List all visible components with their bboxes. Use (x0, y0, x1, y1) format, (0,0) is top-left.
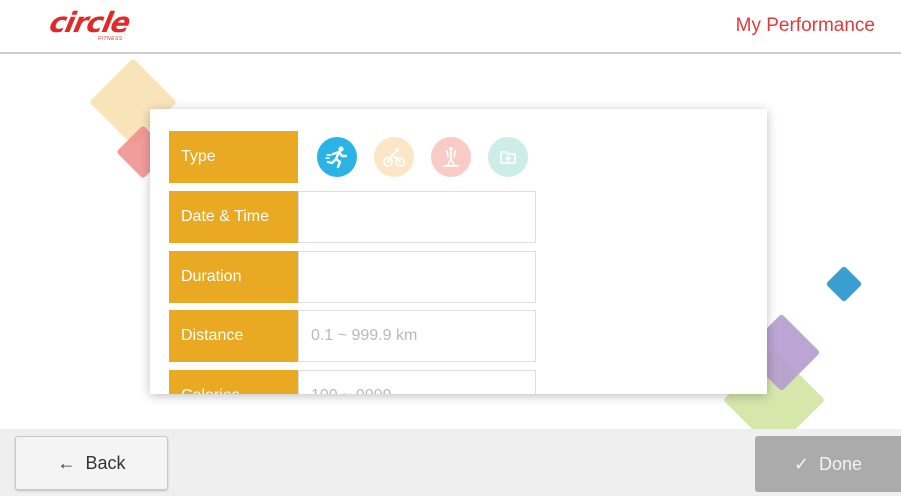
date-time-field-box (298, 191, 536, 243)
calories-label: Calories (169, 370, 298, 394)
calories-field-box (298, 370, 536, 394)
distance-label: Distance (169, 310, 298, 362)
elliptical-icon[interactable] (431, 137, 471, 177)
circle-fitness-logo: circle FITNESS (46, 6, 180, 43)
decorative-square (825, 265, 863, 303)
duration-label: Duration (169, 251, 298, 303)
checkmark-icon: ✓ (793, 453, 810, 474)
type-label: Type (169, 131, 298, 183)
calories-input[interactable] (299, 371, 535, 394)
arrow-left-icon: ← (57, 452, 76, 473)
page-title: My Performance (735, 15, 875, 36)
done-button-label: Done (819, 453, 863, 474)
done-button[interactable]: ✓ Done (755, 436, 901, 492)
performance-form-card: Type Date & Time Duration Distance 0.1 ~… (150, 109, 767, 394)
running-icon[interactable] (317, 137, 357, 177)
distance-input[interactable] (299, 311, 535, 361)
duration-input[interactable] (299, 252, 535, 302)
other-activity-icon[interactable] (488, 137, 528, 177)
logo-text: circle (46, 6, 133, 39)
cycling-icon[interactable] (374, 137, 414, 177)
date-time-input[interactable] (299, 192, 535, 242)
date-time-label: Date & Time (169, 191, 298, 243)
distance-field-box (298, 310, 536, 362)
top-bar: circle FITNESS My Performance (0, 0, 901, 54)
back-button[interactable]: ← Back (15, 436, 168, 490)
logo-subtext: FITNESS (98, 36, 123, 42)
duration-field-box (298, 251, 536, 303)
back-button-label: Back (85, 452, 126, 473)
